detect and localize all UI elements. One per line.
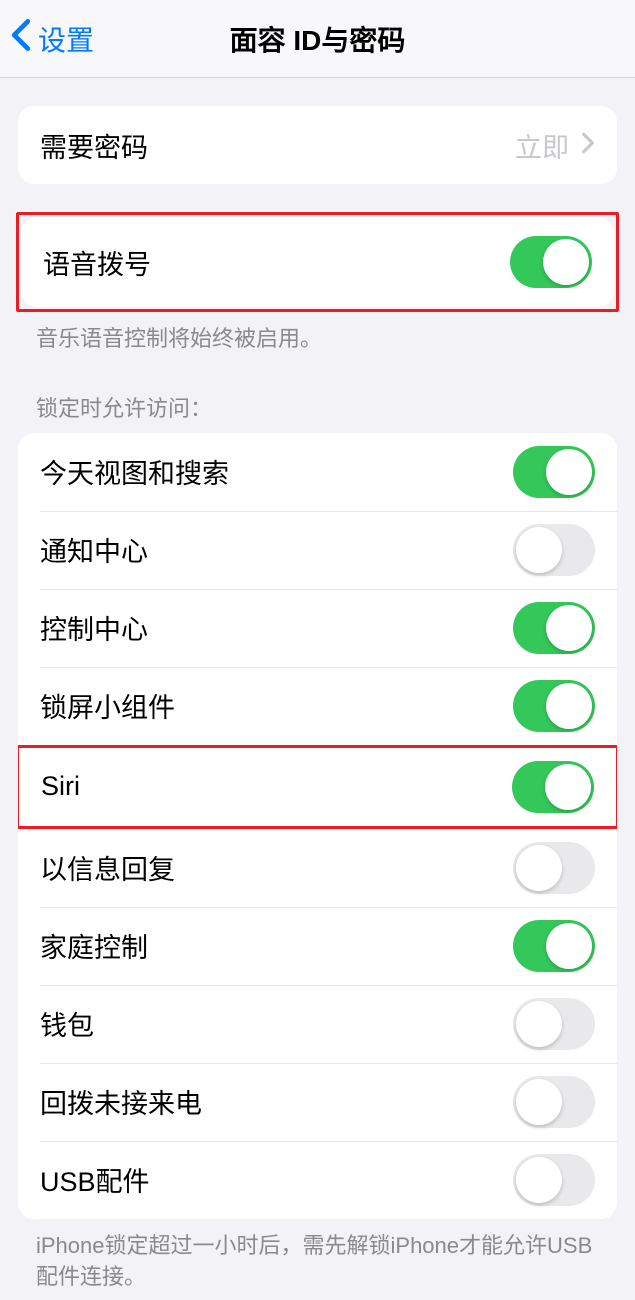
row-label: 锁屏小组件 (40, 686, 513, 725)
lock-section-header: 锁定时允许访问： (0, 391, 635, 433)
require-passcode-group: 需要密码 立即 (18, 106, 617, 184)
row-label: 钱包 (40, 1004, 513, 1043)
page-title: 面容 ID与密码 (230, 19, 406, 59)
require-passcode-row[interactable]: 需要密码 立即 (18, 106, 617, 184)
lock-item-row: 锁屏小组件 (18, 667, 617, 745)
voice-dial-footer: 音乐语音控制将始终被启用。 (0, 312, 635, 355)
lock-item-row: 控制中心 (18, 589, 617, 667)
lock-item-toggle[interactable] (513, 842, 595, 894)
lock-item-row: 钱包 (18, 985, 617, 1063)
voice-dial-highlight: 语音拨号 (16, 212, 619, 312)
voice-dial-group: 语音拨号 (21, 217, 614, 307)
row-label: 控制中心 (40, 608, 513, 647)
lock-item-toggle[interactable] (513, 1154, 595, 1206)
lock-item-row: USB配件 (18, 1141, 617, 1219)
lock-item-row: 家庭控制 (18, 907, 617, 985)
lock-item-toggle[interactable] (513, 998, 595, 1050)
chevron-right-icon (581, 132, 595, 159)
lock-item-row: 以信息回复 (18, 829, 617, 907)
back-label: 设置 (38, 19, 94, 59)
lock-item-toggle[interactable] (513, 1076, 595, 1128)
siri-highlight: Siri (18, 745, 617, 829)
lock-item-toggle[interactable] (513, 602, 595, 654)
lock-item-toggle[interactable] (513, 680, 595, 732)
row-label: 以信息回复 (40, 848, 513, 887)
voice-dial-toggle[interactable] (510, 236, 592, 288)
row-label: USB配件 (40, 1160, 513, 1199)
chevron-left-icon (10, 18, 32, 59)
lock-item-toggle[interactable] (513, 524, 595, 576)
lock-item-row: 回拨未接来电 (18, 1063, 617, 1141)
lock-footer: iPhone锁定超过一小时后，需先解锁iPhone才能允许USB配件连接。 (0, 1219, 635, 1293)
lock-item-toggle[interactable] (512, 761, 594, 813)
row-label: Siri (41, 771, 512, 802)
lock-item-row: 今天视图和搜索 (18, 433, 617, 511)
row-label: 回拨未接来电 (40, 1082, 513, 1121)
lock-item-toggle[interactable] (513, 920, 595, 972)
row-label: 需要密码 (40, 126, 515, 165)
lock-access-group: 今天视图和搜索通知中心控制中心锁屏小组件 Siri 以信息回复家庭控制钱包回拨未接来… (18, 433, 617, 1219)
lock-item-toggle[interactable] (513, 446, 595, 498)
row-label: 语音拨号 (43, 243, 510, 282)
lock-item-row: Siri (19, 748, 616, 826)
navbar: 设置 面容 ID与密码 (0, 0, 635, 78)
voice-dial-row: 语音拨号 (21, 217, 614, 307)
row-label: 今天视图和搜索 (40, 452, 513, 491)
lock-item-row: 通知中心 (18, 511, 617, 589)
row-label: 通知中心 (40, 530, 513, 569)
back-button[interactable]: 设置 (0, 18, 94, 59)
row-label: 家庭控制 (40, 926, 513, 965)
row-value: 立即 (515, 126, 569, 165)
